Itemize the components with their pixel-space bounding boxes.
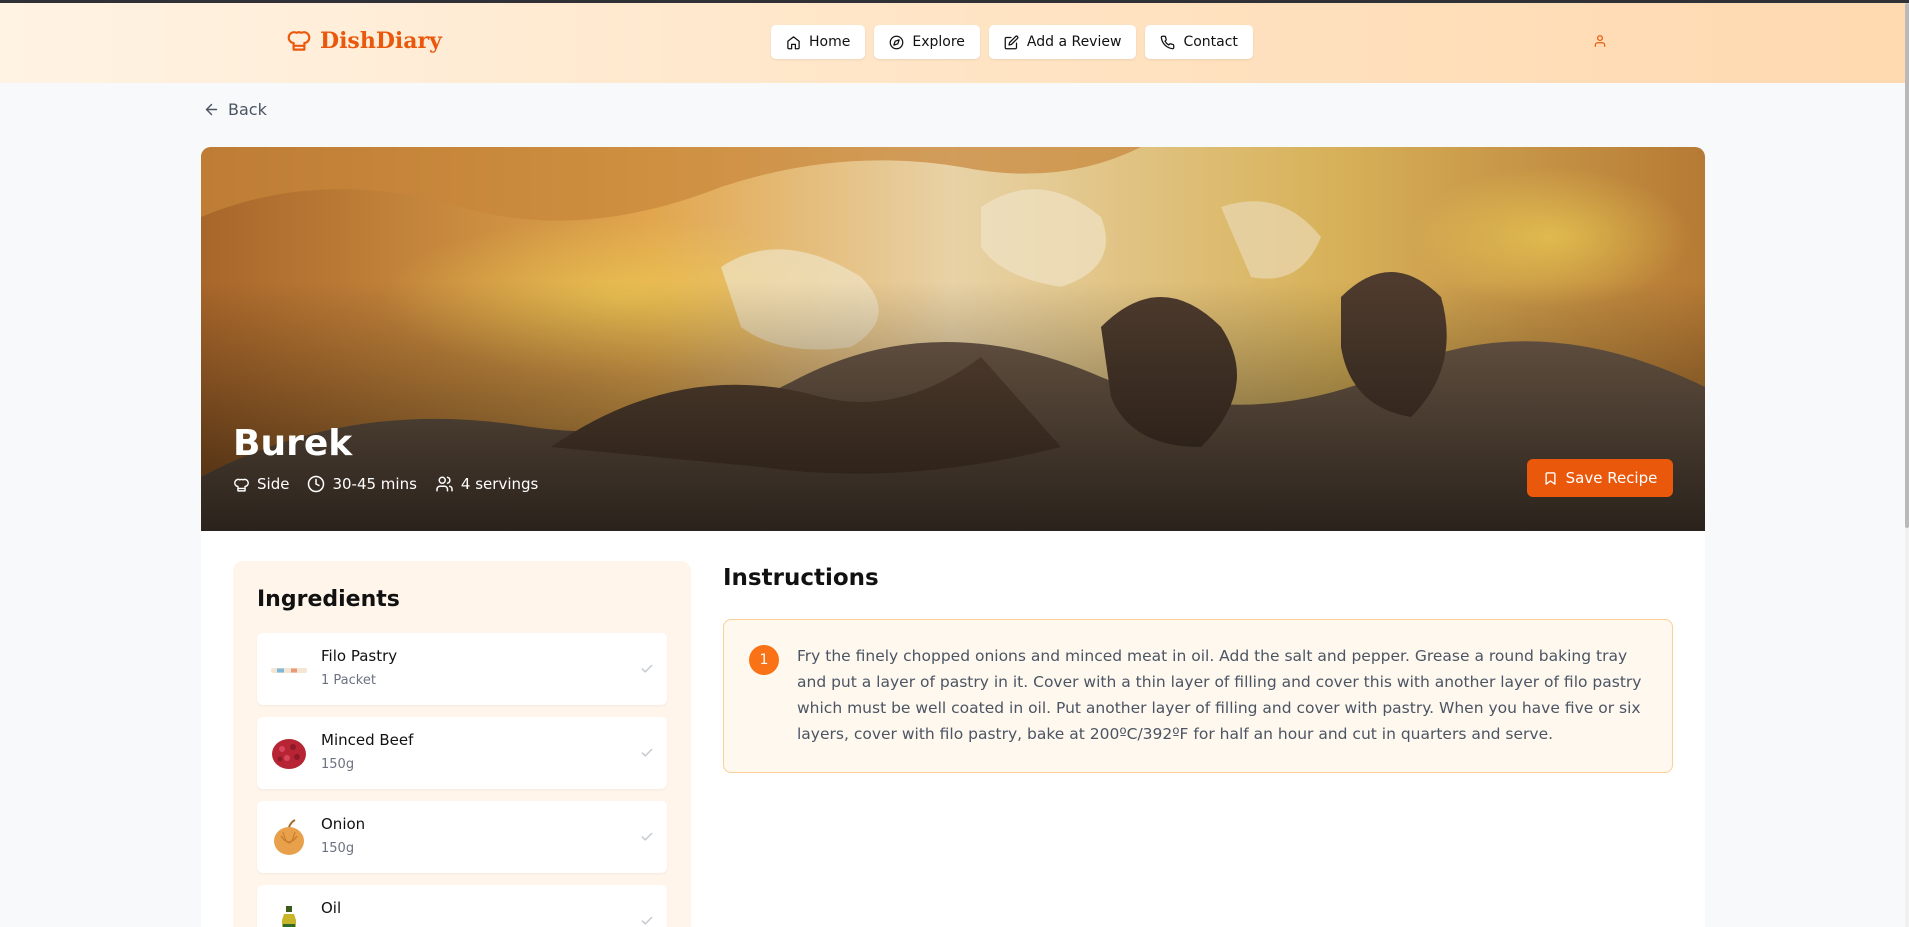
nav-explore-label: Explore: [912, 34, 965, 50]
scrollbar-thumb[interactable]: [1905, 3, 1909, 528]
nav-add-review-button[interactable]: Add a Review: [988, 25, 1137, 59]
main-nav: Home Explore Add a Review Contact: [771, 25, 1253, 59]
ingredient-name: Minced Beef: [321, 731, 414, 749]
instruction-step: 1 Fry the finely chopped onions and minc…: [723, 619, 1673, 773]
user-account-button[interactable]: [1593, 33, 1611, 53]
back-link[interactable]: Back: [203, 100, 267, 119]
chef-hat-icon: [287, 31, 311, 51]
ingredient-item[interactable]: Onion 150g: [257, 801, 667, 873]
recipe-hero-image: [201, 147, 1705, 531]
recipe-content: Ingredients Filo Pastry 1 Packet Minced …: [201, 531, 1705, 927]
recipe-hero: Burek Side 30-45 mins 4 servings Save Re…: [201, 147, 1705, 531]
ingredient-name: Filo Pastry: [321, 647, 398, 665]
filo-pastry-thumbnail: [271, 668, 307, 673]
ingredient-name: Onion: [321, 815, 366, 833]
bookmark-icon: [1545, 471, 1556, 485]
ingredient-name: Oil: [321, 899, 342, 917]
check-icon: [641, 748, 653, 757]
recipe-category: Side: [233, 475, 289, 493]
recipe-title: Burek: [233, 423, 353, 464]
onion-thumbnail: [274, 819, 304, 855]
back-label: Back: [228, 100, 267, 119]
nav-home-label: Home: [809, 34, 851, 50]
instructions-heading: Instructions: [723, 565, 879, 591]
edit-icon: [1004, 35, 1019, 49]
chef-hat-icon: [234, 478, 249, 492]
ingredient-item[interactable]: Filo Pastry 1 Packet: [257, 633, 667, 705]
recipe-category-label: Side: [257, 475, 290, 493]
users-icon: [436, 476, 453, 492]
save-recipe-label: Save Recipe: [1565, 469, 1658, 487]
ingredient-quantity: 150g: [321, 757, 355, 772]
step-number-badge: 1: [749, 645, 779, 675]
nav-add-review-label: Add a Review: [1026, 34, 1122, 50]
ingredient-item[interactable]: Oil: [257, 885, 667, 927]
oil-thumbnail: [282, 906, 296, 927]
home-icon: [787, 35, 800, 49]
nav-contact-button[interactable]: Contact: [1145, 25, 1253, 59]
ingredient-item[interactable]: Minced Beef 150g: [257, 717, 667, 789]
compass-icon: [889, 35, 904, 49]
check-icon: [641, 832, 653, 841]
check-icon: [641, 664, 653, 673]
nav-explore-button[interactable]: Explore: [874, 25, 980, 59]
minced-beef-thumbnail: [272, 739, 306, 769]
clock-icon: [308, 475, 325, 493]
recipe-meta: Side 30-45 mins 4 servings: [233, 475, 538, 493]
recipe-time: 30-45 mins: [307, 475, 417, 493]
recipe-time-label: 30-45 mins: [332, 475, 417, 493]
step-text: Fry the finely chopped onions and minced…: [797, 647, 1642, 743]
ingredients-panel: Ingredients Filo Pastry 1 Packet Minced …: [233, 561, 691, 927]
brand-name: DishDiary: [320, 28, 442, 54]
recipe-servings-label: 4 servings: [460, 475, 539, 493]
user-icon: [1594, 35, 1606, 47]
nav-home-button[interactable]: Home: [771, 25, 866, 59]
brand-logo[interactable]: DishDiary: [286, 27, 442, 55]
recipe-servings: 4 servings: [435, 475, 538, 493]
ingredient-quantity: 1 Packet: [321, 673, 376, 688]
save-recipe-button[interactable]: Save Recipe: [1527, 459, 1673, 497]
check-icon: [641, 916, 653, 925]
nav-contact-label: Contact: [1183, 34, 1238, 50]
phone-icon: [1161, 35, 1175, 49]
top-navbar: DishDiary Home Explore Add a Review Cont…: [0, 3, 1905, 83]
ingredient-quantity: 150g: [321, 841, 355, 856]
ingredients-heading: Ingredients: [257, 587, 400, 612]
arrow-left-icon: [205, 103, 218, 116]
